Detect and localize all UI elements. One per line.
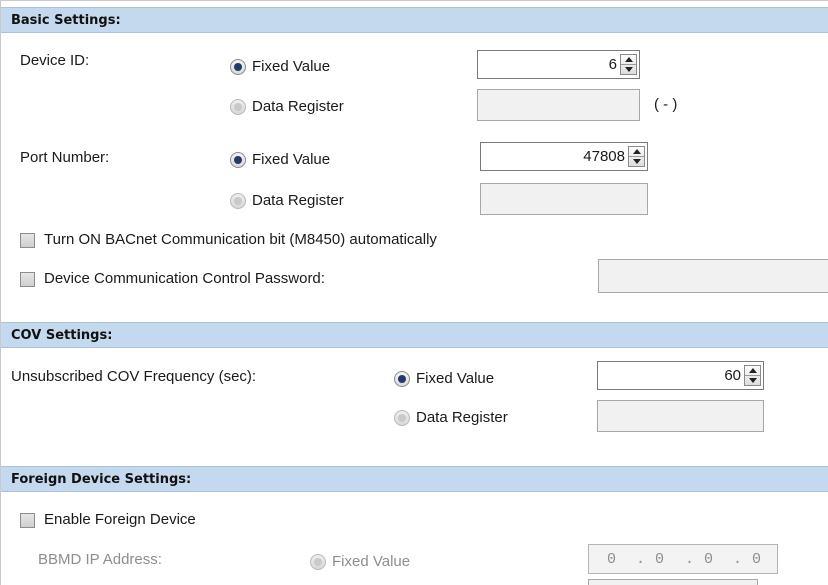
radio-selected-icon: [230, 59, 246, 75]
checkbox-icon: [20, 513, 35, 528]
radio-disabled-icon: [310, 554, 326, 570]
radio-unselected-icon: [394, 410, 410, 426]
device-id-unit: ( - ): [654, 96, 678, 113]
foreign-settings-header: Foreign Device Settings:: [1, 466, 828, 492]
enable-foreign-label: Enable Foreign Device: [44, 511, 196, 528]
cov-frequency-label: Unsubscribed COV Frequency (sec):: [11, 368, 257, 385]
bbmd-next-field: [588, 579, 758, 585]
ip-dot: .: [733, 551, 743, 568]
device-id-fixed-label: Fixed Value: [252, 58, 331, 75]
foreign-settings-title: Foreign Device Settings:: [11, 472, 192, 487]
device-id-label: Device ID:: [20, 52, 90, 69]
ip-octet-2: 0: [655, 551, 665, 568]
checkbox-icon: [20, 233, 35, 248]
port-number-fixed-label: Fixed Value: [252, 151, 331, 168]
device-id-value: 6: [608, 56, 617, 73]
radio-selected-icon: [394, 371, 410, 387]
radio-unselected-icon: [230, 193, 246, 209]
ip-octet-4: 0: [752, 551, 762, 568]
cov-frequency-value: 60: [724, 367, 741, 384]
cov-settings-title: COV Settings:: [11, 328, 113, 343]
bbmd-fixed-label: Fixed Value: [332, 553, 411, 570]
port-number-spinner[interactable]: 47808: [480, 142, 648, 171]
cov-register-label: Data Register: [416, 409, 508, 426]
port-number-register-label: Data Register: [252, 192, 344, 209]
ip-dot: .: [636, 551, 646, 568]
port-number-value: 47808: [583, 148, 625, 165]
auto-bit-label: Turn ON BACnet Communication bit (M8450)…: [44, 231, 437, 248]
radio-selected-icon: [230, 152, 246, 168]
spinner-arrows-icon[interactable]: [628, 146, 645, 167]
radio-unselected-icon: [230, 99, 246, 115]
bbmd-ip-label: BBMD IP Address:: [38, 551, 162, 568]
settings-panel: Basic Settings: Device ID: Fixed Value 6…: [0, 0, 828, 585]
port-number-register-field: [480, 183, 648, 215]
port-number-label: Port Number:: [20, 149, 110, 166]
password-label: Device Communication Control Password:: [44, 270, 325, 287]
ip-octet-3: 0: [704, 551, 714, 568]
cov-register-field: [597, 400, 764, 432]
cov-fixed-label: Fixed Value: [416, 370, 495, 387]
password-field: [598, 259, 828, 293]
basic-settings-header: Basic Settings:: [1, 7, 828, 33]
ip-octet-1: 0: [607, 551, 617, 568]
device-id-spinner[interactable]: 6: [477, 50, 640, 79]
cov-settings-header: COV Settings:: [1, 322, 828, 348]
cov-frequency-spinner[interactable]: 60: [597, 361, 764, 390]
basic-settings-title: Basic Settings:: [11, 13, 121, 28]
bbmd-ip-field: 0 . 0 . 0 . 0: [588, 544, 778, 574]
device-id-register-field: [477, 89, 640, 121]
checkbox-icon: [20, 272, 35, 287]
spinner-arrows-icon[interactable]: [620, 54, 637, 75]
spinner-arrows-icon[interactable]: [744, 365, 761, 386]
ip-dot: .: [685, 551, 695, 568]
device-id-register-label: Data Register: [252, 98, 344, 115]
